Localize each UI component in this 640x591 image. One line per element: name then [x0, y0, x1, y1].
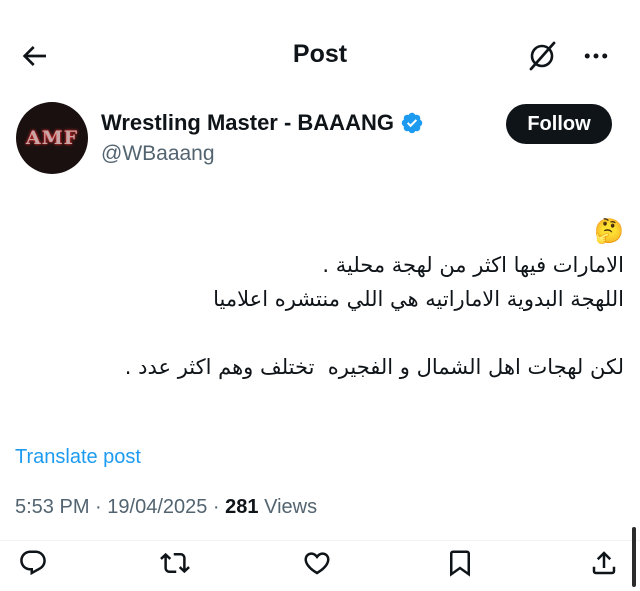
bookmark-button[interactable] [442, 545, 478, 581]
like-button[interactable] [299, 545, 335, 581]
post-meta: 5:53 PM · 19/04/2025 · 281 Views [15, 496, 317, 519]
verified-badge-icon [401, 112, 423, 134]
follow-button[interactable]: Follow [506, 104, 612, 144]
repost-icon [160, 552, 190, 574]
share-icon [592, 551, 616, 575]
top-bar: Post [0, 0, 640, 100]
post-text-line: اللهجة البدوية الاماراتيه هي اللي منتشره… [213, 287, 624, 311]
post-blank-line [24, 316, 624, 350]
like-icon [304, 552, 330, 575]
grok-button[interactable] [522, 36, 562, 76]
post-text: 🤔 الامارات فيها اكثر من لهجة محلية . الل… [24, 214, 624, 384]
meta-separator: · [89, 496, 108, 518]
repost-button[interactable] [157, 545, 193, 581]
avatar[interactable]: AMF [16, 102, 88, 174]
post-text-line: لكن لهجات اهل الشمال و الفجيره تختلف وهم… [124, 355, 624, 379]
post-text-line: الامارات فيها اكثر من لهجة محلية . [322, 253, 624, 277]
views-label: Views [258, 496, 318, 518]
thinking-face-emoji: 🤔 [594, 217, 624, 245]
author-handle[interactable]: @WBaaang [101, 142, 215, 166]
post-time[interactable]: 5:53 PM [15, 496, 89, 519]
translate-post-link[interactable]: Translate post [15, 446, 141, 469]
bookmark-icon [450, 550, 470, 577]
meta-separator: · [207, 496, 226, 518]
reply-button[interactable] [15, 545, 51, 581]
more-horizontal-icon [584, 53, 608, 59]
more-options-button[interactable] [576, 36, 616, 76]
views-count[interactable]: 281 [225, 496, 258, 519]
author-display-name[interactable]: Wrestling Master - BAAANG [101, 110, 394, 136]
avatar-logo-text: AMF [25, 127, 79, 149]
grok-icon [529, 41, 556, 71]
share-button[interactable] [586, 545, 622, 581]
post-date[interactable]: 19/04/2025 [107, 496, 207, 519]
author-name-row: Wrestling Master - BAAANG [101, 110, 424, 136]
action-bar [0, 541, 640, 591]
reply-icon [20, 550, 46, 576]
scrollbar[interactable] [632, 527, 636, 587]
